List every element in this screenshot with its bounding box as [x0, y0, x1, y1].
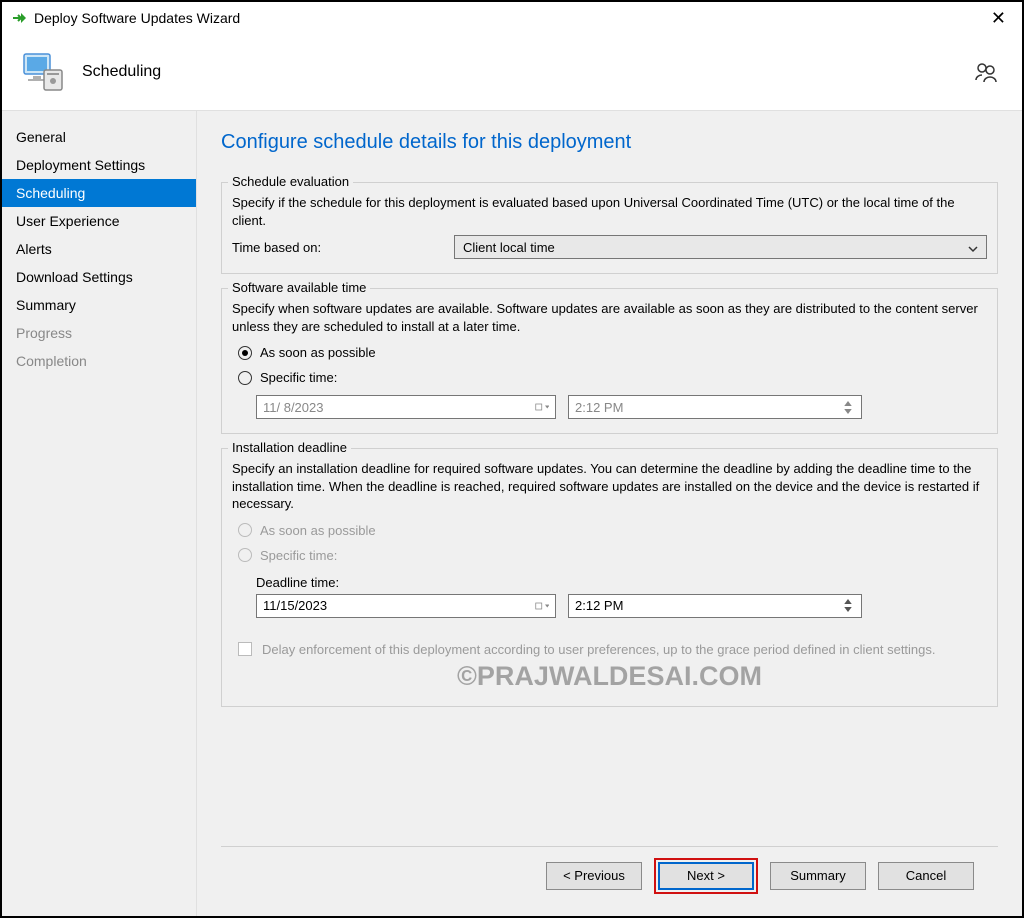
- delay-enforcement-label: Delay enforcement of this deployment acc…: [262, 642, 936, 657]
- schedule-evaluation-legend: Schedule evaluation: [228, 174, 353, 189]
- deadline-asap-label: As soon as possible: [260, 523, 376, 538]
- available-specific-radio[interactable]: Specific time:: [238, 370, 987, 385]
- checkbox-icon: [238, 642, 252, 656]
- wizard-header: Scheduling: [2, 34, 1022, 110]
- window-title: Deploy Software Updates Wizard: [34, 10, 240, 26]
- available-asap-label: As soon as possible: [260, 345, 376, 360]
- chevron-down-icon: [968, 242, 978, 252]
- installation-deadline-group: Installation deadline Specify an install…: [221, 448, 998, 707]
- available-date-input[interactable]: 11/ 8/2023: [256, 395, 556, 419]
- spinner-icon: [841, 399, 855, 415]
- nav-scheduling[interactable]: Scheduling: [2, 179, 196, 207]
- schedule-evaluation-desc: Specify if the schedule for this deploym…: [232, 194, 987, 229]
- next-button[interactable]: Next >: [658, 862, 754, 890]
- page-title: Configure schedule details for this depl…: [221, 131, 998, 154]
- time-based-on-dropdown[interactable]: Client local time: [454, 235, 987, 259]
- deadline-time-value: 2:12 PM: [575, 598, 623, 613]
- installation-deadline-desc: Specify an installation deadline for req…: [232, 460, 987, 513]
- available-time-value: 2:12 PM: [575, 400, 623, 415]
- deadline-asap-radio: As soon as possible: [238, 523, 987, 538]
- cancel-button[interactable]: Cancel: [878, 862, 974, 890]
- delay-enforcement-checkbox: Delay enforcement of this deployment acc…: [238, 642, 987, 657]
- nav-completion: Completion: [2, 347, 196, 375]
- title-bar: Deploy Software Updates Wizard ✕: [2, 2, 1022, 34]
- wizard-step-title: Scheduling: [82, 63, 161, 81]
- nav-user-experience[interactable]: User Experience: [2, 207, 196, 235]
- software-available-desc: Specify when software updates are availa…: [232, 300, 987, 335]
- software-available-group: Software available time Specify when sof…: [221, 288, 998, 434]
- deadline-date-input[interactable]: 11/15/2023: [256, 594, 556, 618]
- button-bar: < Previous Next > Summary Cancel: [221, 846, 998, 904]
- spinner-icon: [841, 598, 855, 614]
- nav-progress: Progress: [2, 319, 196, 347]
- nav-general[interactable]: General: [2, 123, 196, 151]
- close-button[interactable]: ✕: [983, 5, 1014, 31]
- computer-icon: [18, 48, 66, 96]
- nav-summary[interactable]: Summary: [2, 291, 196, 319]
- time-based-on-value: Client local time: [463, 240, 555, 255]
- arrow-icon: [10, 9, 28, 27]
- nav-deployment-settings[interactable]: Deployment Settings: [2, 151, 196, 179]
- software-available-legend: Software available time: [228, 280, 370, 295]
- wizard-body: General Deployment Settings Scheduling U…: [2, 110, 1022, 916]
- available-date-value: 11/ 8/2023: [263, 400, 323, 415]
- nav-alerts[interactable]: Alerts: [2, 235, 196, 263]
- nav-download-settings[interactable]: Download Settings: [2, 263, 196, 291]
- next-button-highlight: Next >: [654, 858, 758, 894]
- time-based-on-label: Time based on:: [232, 240, 454, 255]
- feedback-icon[interactable]: [974, 60, 998, 84]
- deadline-date-value: 11/15/2023: [263, 598, 327, 613]
- summary-button[interactable]: Summary: [770, 862, 866, 890]
- wizard-sidebar: General Deployment Settings Scheduling U…: [2, 111, 197, 916]
- available-specific-label: Specific time:: [260, 370, 337, 385]
- watermark-text: ©PRAJWALDESAI.COM: [232, 661, 987, 692]
- calendar-dropdown-icon: [535, 402, 549, 412]
- previous-button[interactable]: < Previous: [546, 862, 642, 890]
- available-asap-radio[interactable]: As soon as possible: [238, 345, 987, 360]
- installation-deadline-legend: Installation deadline: [228, 440, 351, 455]
- deadline-specific-label: Specific time:: [260, 548, 337, 563]
- deadline-time-label: Deadline time:: [256, 575, 987, 590]
- wizard-window: Deploy Software Updates Wizard ✕ Schedul…: [0, 0, 1024, 918]
- available-time-input[interactable]: 2:12 PM: [568, 395, 862, 419]
- schedule-evaluation-group: Schedule evaluation Specify if the sched…: [221, 182, 998, 274]
- wizard-content: Configure schedule details for this depl…: [197, 111, 1022, 916]
- calendar-dropdown-icon: [535, 601, 549, 611]
- deadline-time-input[interactable]: 2:12 PM: [568, 594, 862, 618]
- deadline-specific-radio: Specific time:: [238, 548, 987, 563]
